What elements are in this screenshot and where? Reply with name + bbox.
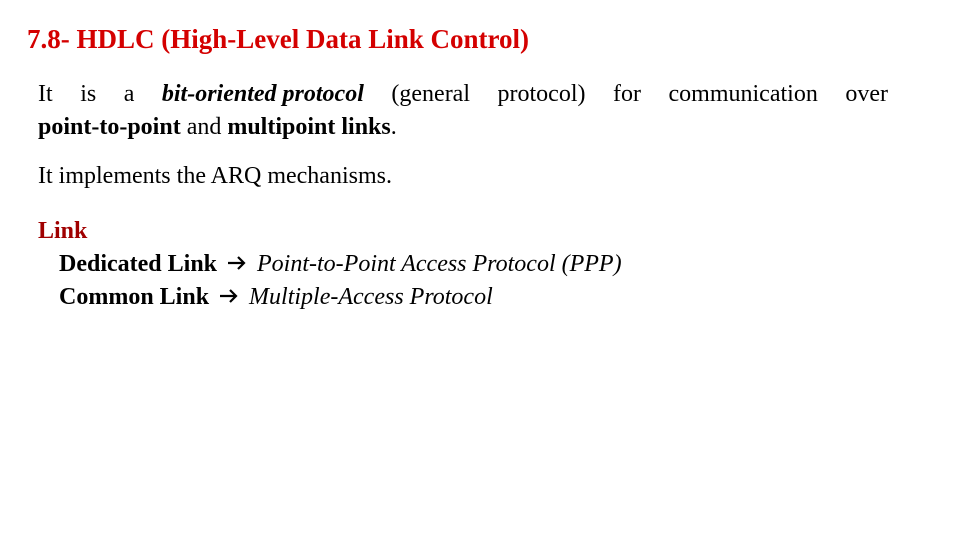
word: communication bbox=[668, 81, 818, 107]
paragraph-line-2: point-to-point and multipoint links. bbox=[38, 111, 888, 144]
link-item-target: Multiple-Access Protocol bbox=[249, 284, 493, 310]
link-item-target: Point-to-Point Access Protocol (PPP) bbox=[257, 251, 622, 277]
word: over bbox=[845, 81, 888, 107]
paragraph-line-1: It is a bit-oriented protocol (general p… bbox=[38, 78, 888, 111]
word: (general bbox=[391, 81, 470, 107]
emphasis-bit-oriented-protocol: bit-oriented protocol bbox=[161, 81, 364, 107]
word: for bbox=[613, 81, 641, 107]
slide-title: 7.8- HDLC (High-Level Data Link Control) bbox=[27, 24, 530, 54]
emphasis-point-to-point: point-to-point bbox=[38, 114, 181, 140]
link-item-common: Common Link Multiple-Access Protocol bbox=[59, 284, 493, 311]
paragraph-protocol-description: It is a bit-oriented protocol (general p… bbox=[38, 78, 888, 144]
paragraph-arq: It implements the ARQ mechanisms. bbox=[38, 163, 392, 189]
emphasis-multipoint-links: multipoint links bbox=[227, 114, 391, 140]
text-period: . bbox=[390, 114, 397, 140]
link-item-label: Dedicated Link bbox=[59, 251, 218, 277]
link-item-label: Common Link bbox=[59, 284, 210, 310]
link-heading: Link bbox=[38, 218, 88, 244]
word: a bbox=[123, 81, 135, 107]
right-arrow-icon bbox=[227, 251, 247, 278]
word: is bbox=[80, 81, 97, 107]
text-and: and bbox=[180, 114, 228, 140]
right-arrow-icon bbox=[219, 284, 239, 311]
word: protocol) bbox=[497, 81, 586, 107]
word: It bbox=[38, 81, 53, 107]
link-item-dedicated: Dedicated Link Point-to-Point Access Pro… bbox=[59, 251, 622, 278]
